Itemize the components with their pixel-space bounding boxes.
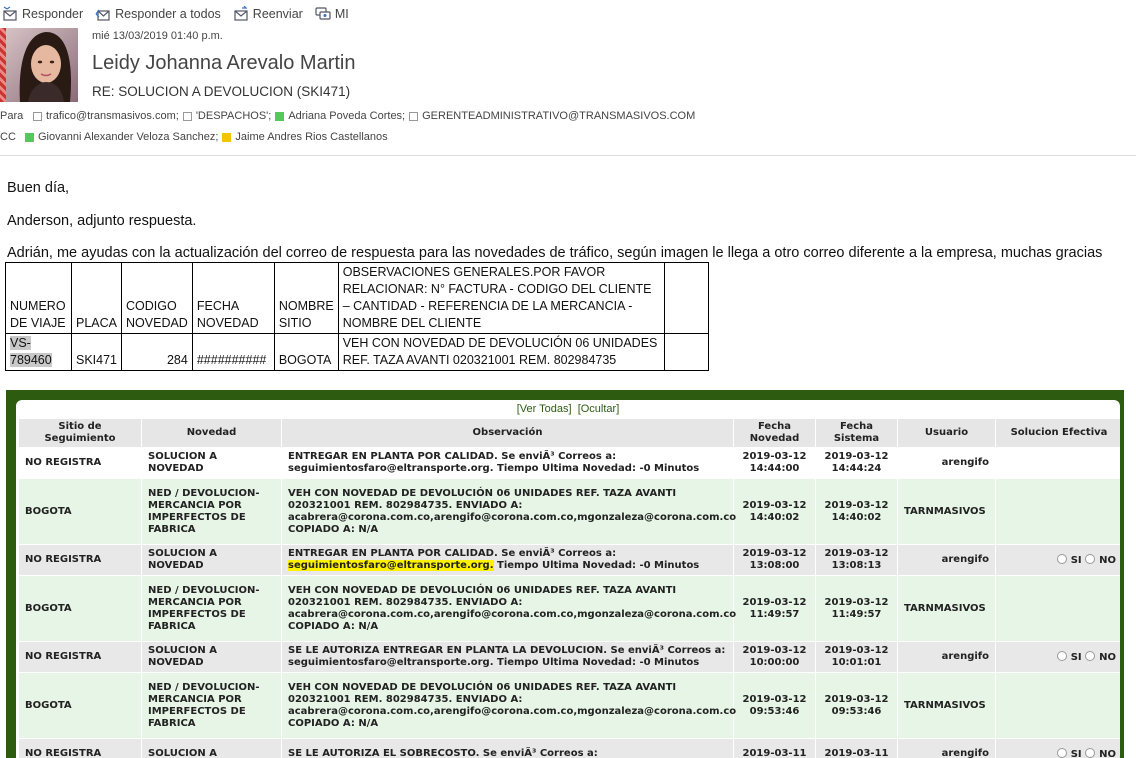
table-header-row: NUMERO DE VIAJE PLACA CODIGO NOVEDAD FEC… bbox=[5, 262, 709, 334]
recipient-chip[interactable]: GERENTEADMINISTRATIVO@TRANSMASIVOS.COM bbox=[409, 110, 695, 122]
col-usuario: Usuario bbox=[897, 418, 996, 448]
reply-all-icon bbox=[95, 9, 110, 21]
cell-placa: SKI471 bbox=[70, 333, 123, 371]
si-radio[interactable] bbox=[1056, 650, 1067, 661]
instant-message-button[interactable]: MI bbox=[315, 6, 349, 22]
empty-cell bbox=[663, 333, 709, 371]
sender-avatar bbox=[0, 28, 78, 102]
solucion-radios: SI NO bbox=[995, 544, 1120, 576]
sender-name[interactable]: Leidy Johanna Arevalo Martin bbox=[92, 52, 356, 75]
recipient-chip[interactable]: Giovanni Alexander Veloza Sanchez; bbox=[25, 131, 218, 143]
col-novedad: Novedad bbox=[141, 418, 282, 448]
view-toggle: [Ver Todas] [Ocultar] bbox=[16, 403, 1120, 415]
reply-all-button[interactable]: Responder a todos bbox=[95, 6, 221, 22]
novedad-table: NUMERO DE VIAJE PLACA CODIGO NOVEDAD FEC… bbox=[5, 262, 709, 371]
si-radio[interactable] bbox=[1056, 747, 1067, 758]
tracking-table: Sitio de Seguimiento Novedad Observación… bbox=[18, 418, 1120, 758]
empty-cell bbox=[663, 262, 709, 334]
body-line-1: Anderson, adjunto respuesta. bbox=[7, 213, 197, 229]
col-fecha-novedad: Fecha Novedad bbox=[733, 418, 816, 448]
table-row: NO REGISTRA SOLUCION A NOVEDAD SE LE AUT… bbox=[18, 641, 1120, 673]
cell-observaciones: VEH CON NOVEDAD DE DEVOLUCIÓN 06 UNIDADE… bbox=[337, 333, 665, 371]
reply-icon bbox=[3, 6, 17, 21]
tracking-panel-inner: [Ver Todas] [Ocultar] Sitio de Seguimien… bbox=[16, 400, 1120, 758]
col-solucion: Solucion Efectiva bbox=[995, 418, 1120, 448]
header-cell: CODIGO NOVEDAD bbox=[121, 262, 193, 334]
header-cell: NOMBRE SITIO bbox=[273, 262, 339, 334]
ocultar-link[interactable]: [Ocultar] bbox=[578, 403, 620, 415]
presence-available-icon bbox=[25, 132, 34, 142]
header-divider bbox=[0, 155, 1136, 156]
tracking-panel: [Ver Todas] [Ocultar] Sitio de Seguimien… bbox=[6, 390, 1124, 758]
presence-unknown-icon bbox=[33, 111, 42, 121]
col-observacion: Observación bbox=[281, 418, 734, 448]
presence-unknown-icon bbox=[409, 111, 419, 121]
forward-button[interactable]: Reenviar bbox=[233, 6, 303, 22]
cc-recipients: CC Giovanni Alexander Veloza Sanchez; Ja… bbox=[0, 131, 392, 143]
table-row: NO REGISTRA SOLUCION A NOVEDAD ENTREGAR … bbox=[18, 447, 1120, 479]
table-row: NO REGISTRA SOLUCION A NOVEDAD ENTREGAR … bbox=[18, 544, 1120, 576]
to-recipients: Para trafico@transmasivos.com; 'DESPACHO… bbox=[0, 110, 699, 122]
cell-sitio: BOGOTA bbox=[273, 333, 339, 371]
table-row: BOGOTA NED / DEVOLUCION-MERCANCIA POR IM… bbox=[18, 575, 1120, 642]
chat-icon bbox=[315, 7, 331, 20]
tracking-header-row: Sitio de Seguimiento Novedad Observación… bbox=[18, 418, 1120, 448]
presence-away-icon bbox=[222, 132, 232, 142]
table-row: BOGOTA NED / DEVOLUCION-MERCANCIA POR IM… bbox=[18, 478, 1120, 545]
presence-unknown-icon bbox=[182, 111, 192, 121]
solucion-radios: SI NO bbox=[995, 641, 1120, 673]
no-radio[interactable] bbox=[1085, 553, 1096, 564]
table-row: VS-789460 SKI471 284 ########## BOGOTA V… bbox=[5, 333, 709, 371]
to-label: Para bbox=[0, 110, 24, 122]
cc-label: CC bbox=[0, 131, 16, 143]
cell-codigo: 284 bbox=[121, 333, 193, 371]
col-sitio: Sitio de Seguimiento bbox=[18, 418, 142, 448]
subject-line: RE: SOLUCION A DEVOLUCION (SKI471) bbox=[92, 84, 351, 99]
table-row: BOGOTA NED / DEVOLUCION-MERCANCIA POR IM… bbox=[18, 672, 1120, 739]
header-cell: OBSERVACIONES GENERALES.POR FAVOR RELACI… bbox=[337, 262, 665, 334]
reply-button[interactable]: Responder bbox=[2, 6, 83, 22]
recipient-chip[interactable]: trafico@transmasivos.com; bbox=[33, 110, 179, 122]
table-row: NO REGISTRA SOLUCION A SE LE AUTORIZA EL… bbox=[18, 738, 1120, 758]
sent-date: mié 13/03/2019 01:40 p.m. bbox=[92, 30, 223, 42]
solucion-radios: SI NO bbox=[995, 738, 1120, 758]
avatar-presence-stripe bbox=[0, 28, 6, 102]
highlighted-email: seguimientosfaro@eltransporte.org. bbox=[288, 560, 494, 571]
recipient-chip[interactable]: Adriana Poveda Cortes; bbox=[275, 110, 405, 122]
recipient-chip[interactable]: Jaime Andres Rios Castellanos bbox=[222, 131, 388, 143]
header-cell: FECHA NOVEDAD bbox=[191, 262, 275, 334]
forward-icon bbox=[234, 6, 248, 21]
cell-viaje: VS-789460 bbox=[5, 333, 72, 371]
message-toolbar: Responder Responder a todos Reenviar MI bbox=[0, 4, 359, 24]
ver-todas-link[interactable]: [Ver Todas] bbox=[517, 403, 572, 415]
header-cell: PLACA bbox=[70, 262, 123, 334]
presence-available-icon bbox=[275, 111, 285, 121]
header-cell: NUMERO DE VIAJE bbox=[5, 262, 72, 334]
no-radio[interactable] bbox=[1085, 747, 1096, 758]
greeting-text: Buen día, bbox=[7, 180, 70, 196]
cell-fecha: ########## bbox=[191, 333, 275, 371]
body-line-2: Adrián, me ayudas con la actualización d… bbox=[7, 245, 1103, 261]
recipient-chip[interactable]: 'DESPACHOS'; bbox=[182, 110, 271, 122]
no-radio[interactable] bbox=[1085, 650, 1096, 661]
col-fecha-sistema: Fecha Sistema bbox=[815, 418, 898, 448]
si-radio[interactable] bbox=[1056, 553, 1067, 564]
